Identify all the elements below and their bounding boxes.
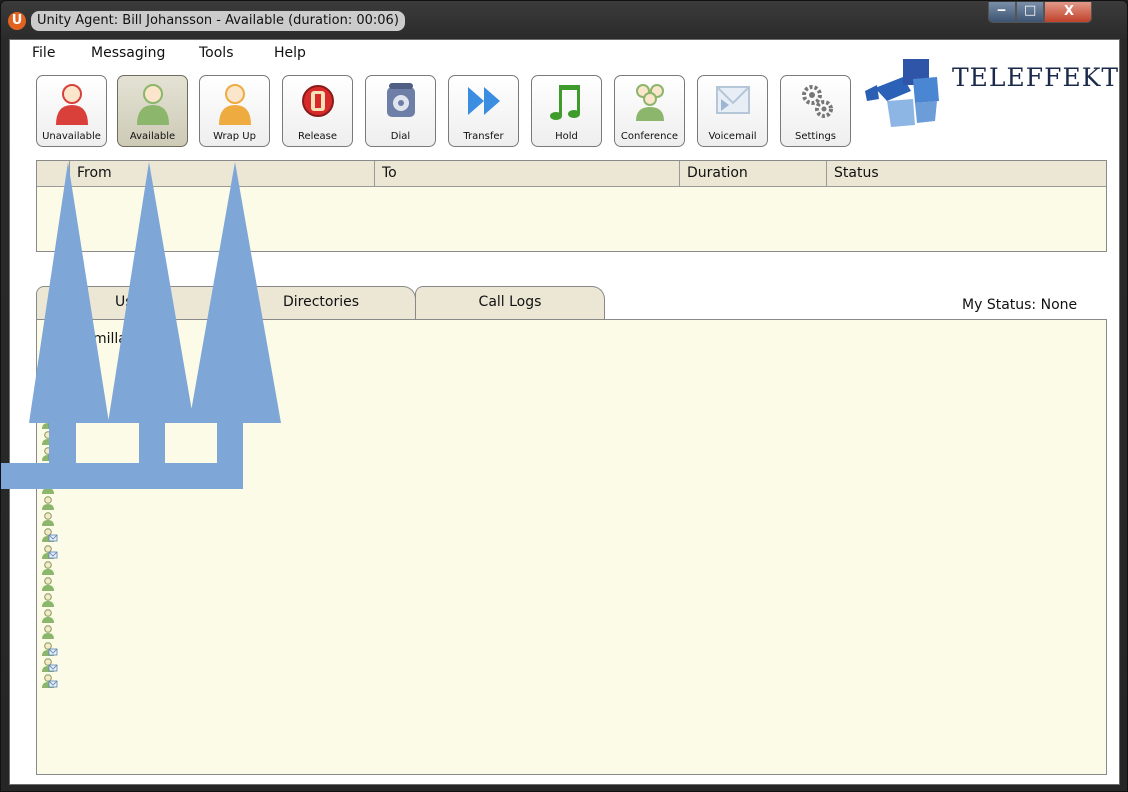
user-orange-icon [219,84,251,125]
envelope-icon [716,86,750,114]
wrap-up-button[interactable]: Wrap Up [199,75,270,147]
toolbar-button-label: Transfer [463,131,504,142]
transfer-button[interactable]: Transfer [448,75,519,147]
close-button[interactable]: X [1044,2,1092,23]
tab-call-logs[interactable]: Call Logs [415,286,605,319]
maximize-icon: □ [1024,3,1037,18]
calls-header-row: From To Duration Status [37,161,1106,187]
phone-icon [387,83,415,117]
tab-users[interactable]: User [36,286,226,319]
toolbar-button-label: Wrap Up [213,131,256,142]
user-red-icon [56,84,88,125]
user-green-icon[interactable] [40,560,58,577]
user-voicemail-icon[interactable] [40,674,58,690]
unity-app-icon: U [8,12,26,30]
user-voicemail-icon[interactable] [40,447,58,463]
menu-tools[interactable]: Tools [199,45,234,61]
minimize-button[interactable]: ‒ [988,2,1016,23]
forward-arrows-icon [468,87,500,115]
user-green-icon[interactable] [40,479,58,496]
release-icon [302,85,334,117]
user-green-icon[interactable] [40,609,58,625]
close-icon: X [1064,4,1075,19]
gears-icon [802,85,833,118]
puzzle-logo-icon [865,59,939,127]
hold-button[interactable]: Hold [531,75,602,147]
menu-file[interactable]: File [32,45,55,61]
users-panel: milla [36,319,1107,775]
toolbar-button-label: Unavailable [42,131,101,142]
user-green-icon[interactable] [40,512,58,528]
user-green-icon[interactable] [40,577,58,593]
settings-button[interactable]: Settings [780,75,851,147]
menu-messaging[interactable]: Messaging [91,45,165,61]
column-status[interactable]: Status [826,161,1107,187]
user-voicemail-icon[interactable] [40,415,58,431]
toolbar-button-label: Release [297,131,338,142]
release-button[interactable]: Release [282,75,353,147]
music-note-icon [550,85,580,120]
teleffekt-logo: TELEFFEKT [865,55,1118,140]
minimize-icon: ‒ [997,3,1007,18]
title-bar[interactable]: U Unity Agent: Bill Johansson - Availabl… [1,1,1127,39]
user-voicemail-icon[interactable] [40,658,58,674]
toolbar-button-label: Conference [620,131,679,142]
window-title: Unity Agent: Bill Johansson - Available … [31,11,405,31]
menu-help[interactable]: Help [274,45,306,61]
user-voicemail-icon[interactable] [40,641,58,658]
my-status-label: My Status: None [962,297,1078,313]
column-duration[interactable]: Duration [679,161,826,187]
toolbar-button-label: Available [129,131,176,142]
maximize-button[interactable]: □ [1016,2,1044,23]
user-green-icon [137,84,169,125]
available-button[interactable]: Available [117,75,188,147]
app-window: U Unity Agent: Bill Johansson - Availabl… [0,0,1128,792]
conference-button[interactable]: Conference [614,75,685,147]
toolbar-button-label: Settings [794,131,836,142]
user-green-icon[interactable] [40,463,58,480]
user-green-icon[interactable] [40,431,58,447]
user-green-icon[interactable] [40,593,58,609]
toolbar-button-label: Dial [390,131,411,142]
tab-call-logs-label: Call Logs [478,294,542,310]
user-status-icons [40,415,62,690]
column-to[interactable]: To [374,161,679,187]
client-area: File Messaging Tools Help Unavailable Ava… [9,39,1120,785]
tab-users-label: User [115,294,147,310]
user-voicemail-icon[interactable] [40,544,58,561]
toolbar-button-label: Voicemail [708,131,757,142]
user-green-icon[interactable] [40,496,58,512]
unavailable-button[interactable]: Unavailable [36,75,107,147]
user-green-icon[interactable] [40,625,58,641]
voicemail-button[interactable]: Voicemail [697,75,768,147]
tab-directories[interactable]: Directories [226,286,416,319]
active-calls-table: From To Duration Status [36,160,1107,252]
dial-button[interactable]: Dial [365,75,436,147]
user-voicemail-icon[interactable] [40,528,58,544]
brand-name: TELEFFEKT [952,63,1120,92]
tab-directories-label: Directories [282,294,360,310]
column-from[interactable]: From [69,161,374,187]
user-name-fragment[interactable]: milla [93,331,127,347]
conference-icon [636,84,664,121]
toolbar-button-label: Hold [555,131,578,142]
